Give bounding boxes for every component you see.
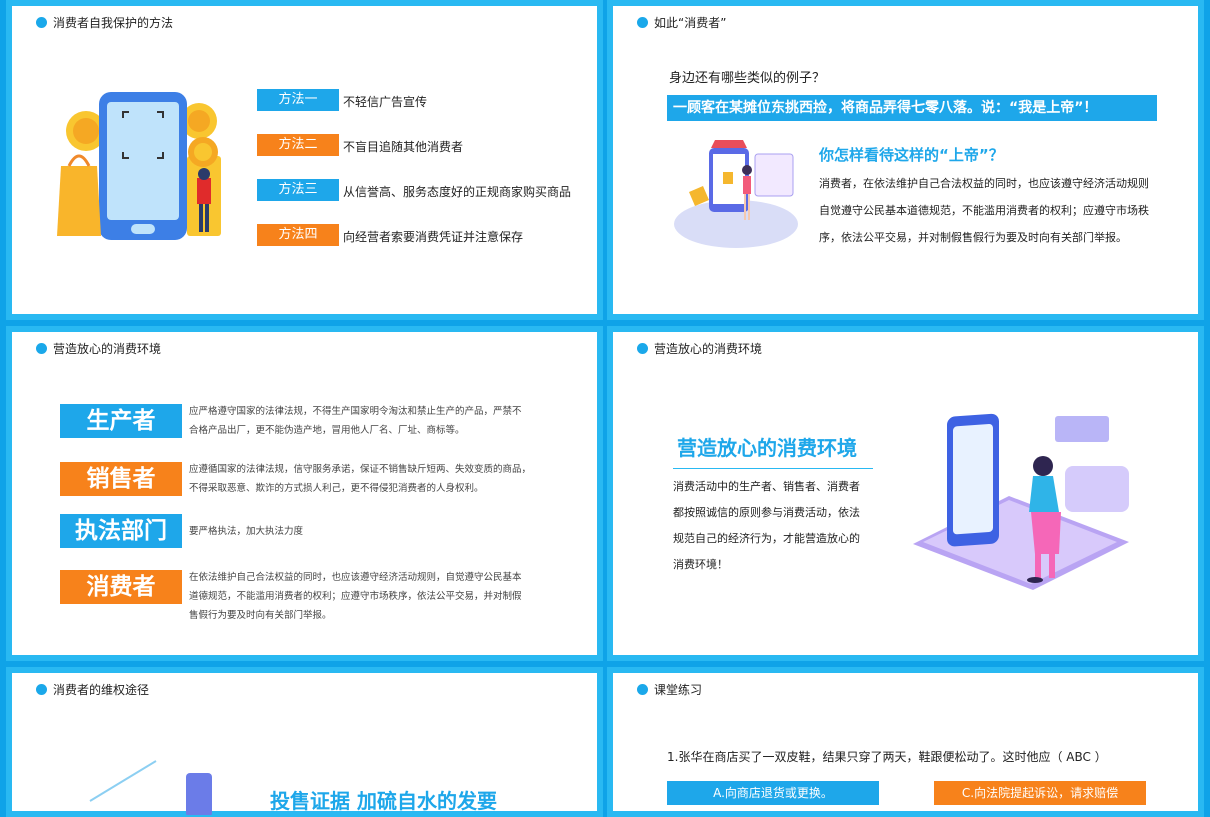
body-paragraph: 消费活动中的生产者、销售者、消费者 都按照诚信的原则参与消费活动，依法 规范自己的经… (673, 480, 860, 571)
slide-exercise[interactable]: 课堂练习 1.张华在商店买了一双皮鞋，结果只穿了两天，鞋跟便松动了。这时他应（ … (607, 667, 1204, 817)
slide-header: 课堂练习 (637, 681, 702, 698)
method-tag: 方法三 (257, 179, 339, 201)
role-consumer: 消费者 (60, 570, 182, 604)
slide-title: 消费者的维权途径 (53, 683, 150, 697)
slide-rights-paths[interactable]: 消费者的维权途径 投售证据 加硫自水的发要 (6, 667, 603, 817)
method-text: 不盲目追随其他消费者 (343, 140, 464, 154)
body-line: 序，依法公平交易，并对制假售假行为要及时向有关部门举报。 (819, 231, 1127, 244)
scenario-banner: 一顾客在某摊位东挑西捡，将商品弄得七零八落。说：“我是上帝”！ (667, 95, 1157, 121)
heading-underline (673, 468, 873, 469)
slide-title: 消费者自我保护的方法 (53, 16, 174, 30)
slide-title: 营造放心的消费环境 (654, 342, 763, 356)
method-text: 从信誉高、服务态度好的正规商家购买商品 (343, 185, 572, 199)
device-illustration (89, 760, 212, 815)
role-description: 在依法维护自己合法权益的同时，也应该遵守经济活动规则，自觉遵守公民基本 道德规范，… (189, 572, 522, 621)
slide-title: 如此“消费者” (654, 16, 727, 30)
slide-roles[interactable]: 营造放心的消费环境 生产者 应严格遵守国家的法律法规，不得生产国家明令淘汰和禁止… (6, 326, 603, 661)
slide-header: 营造放心的消费环境 (637, 340, 762, 357)
method-tag: 方法二 (257, 134, 339, 156)
slide-consumer-god[interactable]: 如此“消费者” 身边还有哪些类似的例子？ 一顾客在某摊位东挑西捡，将商品弄得七零… (607, 0, 1204, 320)
bullet-dot (637, 17, 648, 28)
subtitle: 你怎样看待这样的“上帝”？ (819, 146, 1004, 164)
mobile-consumer-illustration (913, 413, 1129, 590)
role-description: 应遵循国家的法律法规，信守服务承诺，保证不销售缺斤短两、失效变质的商品， 不得采取… (189, 464, 532, 494)
slide-header: 消费者自我保护的方法 (36, 14, 173, 31)
method-text: 向经营者索要消费凭证并注意保存 (343, 230, 524, 244)
slide-environment[interactable]: 营造放心的消费环境 营造放心的消费环境 消费活动中的生产者、销售者、消费者 都按照… (607, 326, 1204, 661)
exercise-question: 1.张华在商店买了一双皮鞋，结果只穿了两天，鞋跟便松动了。这时他应（ ABC ） (667, 750, 1107, 764)
slide-self-protection[interactable]: 消费者自我保护的方法 方法一 不轻信广告宣传 方法二 不盲目追随其他消费者 方法… (6, 0, 603, 320)
bullet-dot (36, 684, 47, 695)
option-a[interactable]: A.向商店退货或更换。 (667, 781, 879, 805)
option-c[interactable]: C.向法院提起诉讼，请求赔偿 (934, 781, 1146, 805)
slide-header: 营造放心的消费环境 (36, 340, 161, 357)
section-heading: 营造放心的消费环境 (677, 436, 857, 460)
slide-title: 课堂练习 (654, 683, 703, 697)
role-description: 应严格遵守国家的法律法规，不得生产国家明令淘汰和禁止生产的产品，严禁不 合格产品出… (189, 406, 522, 436)
method-tag: 方法一 (257, 89, 339, 111)
bullet-dot (637, 343, 648, 354)
bullet-dot (637, 684, 648, 695)
slide-header: 如此“消费者” (637, 14, 726, 31)
phone-shopping-illustration (57, 92, 221, 240)
bullet-dot (36, 343, 47, 354)
body-line: 消费者，在依法维护自己合法权益的同时，也应该遵守经济活动规则 (819, 177, 1149, 190)
slide-header: 消费者的维权途径 (36, 681, 149, 698)
slide-title: 营造放心的消费环境 (53, 342, 162, 356)
online-shop-illustration (674, 140, 798, 248)
role-law-enforcement: 执法部门 (60, 514, 182, 548)
role-description: 要严格执法，加大执法力度 (189, 526, 304, 537)
question-text: 身边还有哪些类似的例子？ (669, 71, 826, 86)
method-text: 不轻信广告宣传 (343, 95, 428, 109)
role-producer: 生产者 (60, 404, 182, 438)
role-seller: 销售者 (60, 462, 182, 496)
body-line: 自觉遵守公民基本道德规范，不能滥用消费者的权利；应遵守市场秩 (819, 204, 1149, 217)
method-tag: 方法四 (257, 224, 339, 246)
bullet-dot (36, 17, 47, 28)
